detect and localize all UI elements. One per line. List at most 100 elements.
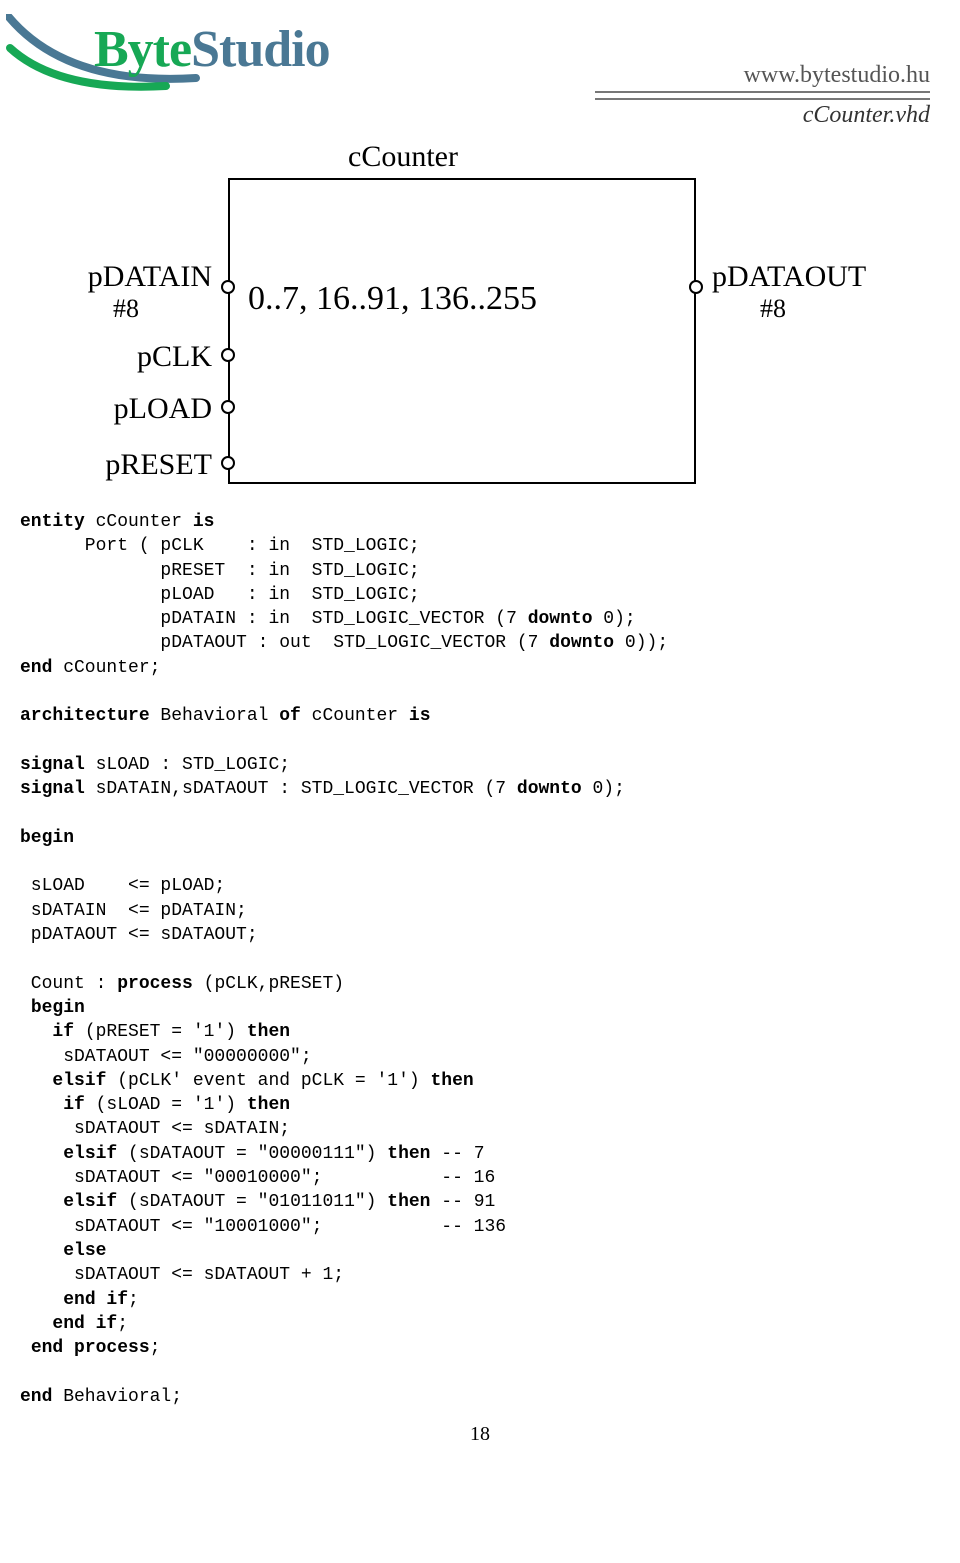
t: Behavioral: [150, 706, 280, 726]
t: (pRESET = '1'): [74, 1022, 247, 1042]
t: pDATAIN : in STD_LOGIC_VECTOR (7: [20, 609, 528, 629]
kw: else: [63, 1241, 106, 1261]
t: [20, 1095, 63, 1115]
t: 0);: [582, 779, 625, 799]
port-label-text: pDATAIN: [88, 260, 212, 293]
code-line: sDATAOUT <= "00000000";: [20, 1047, 312, 1067]
t: (sLOAD = '1'): [85, 1095, 247, 1115]
port-pdataout-circle: [689, 280, 703, 294]
t: (pCLK,pRESET): [193, 974, 344, 994]
kw: downto: [517, 779, 582, 799]
code-line: Port ( pCLK : in STD_LOGIC;: [20, 536, 420, 556]
t: [20, 1071, 52, 1091]
t: sDATAIN,sDATAOUT : STD_LOGIC_VECTOR (7: [85, 779, 517, 799]
page-header: ByteStudio www.bytestudio.hu cCounter.vh…: [0, 0, 960, 130]
page-number: 18: [0, 1409, 960, 1456]
logo-studio-text: Studio: [191, 21, 330, 78]
t: [20, 1338, 31, 1358]
kw: end: [20, 658, 52, 678]
kw: elsif: [63, 1144, 117, 1164]
header-url: www.bytestudio.hu: [595, 62, 930, 93]
kw: then: [247, 1095, 290, 1115]
kw: if: [52, 1022, 74, 1042]
t: [20, 1022, 52, 1042]
kw: of: [279, 706, 301, 726]
t: [20, 1241, 63, 1261]
port-pload-circle: [221, 400, 235, 414]
t: Count :: [20, 974, 117, 994]
kw: if: [63, 1095, 85, 1115]
kw: entity: [20, 512, 85, 532]
code-line: sDATAOUT <= "00010000"; -- 16: [20, 1168, 495, 1188]
kw: then: [430, 1071, 473, 1091]
t: -- 91: [431, 1192, 496, 1212]
t: [20, 1314, 52, 1334]
port-preset-circle: [221, 456, 235, 470]
kw: downto: [549, 633, 614, 653]
port-pdataout-label: pDATAOUT #8: [712, 260, 932, 324]
code-line: sDATAIN <= pDATAIN;: [20, 901, 247, 921]
port-pclk-label: pCLK: [40, 340, 212, 374]
kw: begin: [20, 828, 74, 848]
header-filename: cCounter.vhd: [803, 102, 930, 129]
code-line: sLOAD <= pLOAD;: [20, 876, 225, 896]
kw: signal: [20, 755, 85, 775]
logo-text: ByteStudio: [94, 20, 330, 79]
kw: downto: [528, 609, 593, 629]
t: cCounter: [301, 706, 409, 726]
kw: end if: [63, 1290, 128, 1310]
kw: then: [247, 1022, 290, 1042]
t: (pCLK' event and pCLK = '1'): [106, 1071, 430, 1091]
t: ;: [128, 1290, 139, 1310]
port-sub-text: #8: [712, 294, 932, 324]
kw: is: [409, 706, 431, 726]
code-line: pLOAD : in STD_LOGIC;: [20, 585, 420, 605]
t: sLOAD : STD_LOGIC;: [85, 755, 290, 775]
t: cCounter: [85, 512, 193, 532]
t: (sDATAOUT = "00000111"): [117, 1144, 387, 1164]
t: [20, 1290, 63, 1310]
code-line: sDATAOUT <= "10001000"; -- 136: [20, 1217, 506, 1237]
code-line: pRESET : in STD_LOGIC;: [20, 561, 420, 581]
t: (sDATAOUT = "01011011"): [117, 1192, 387, 1212]
kw: end: [20, 1387, 52, 1407]
t: [20, 998, 31, 1018]
kw: then: [387, 1192, 430, 1212]
t: -- 7: [431, 1144, 485, 1164]
diagram-title: cCounter: [348, 140, 458, 174]
port-pdatain-label: pDATAIN #8: [40, 260, 212, 324]
kw: elsif: [63, 1192, 117, 1212]
port-pdatain-circle: [221, 280, 235, 294]
t: [20, 1192, 63, 1212]
diagram-range-text: 0..7, 16..91, 136..255: [248, 280, 537, 318]
diagram-box: 0..7, 16..91, 136..255: [228, 178, 696, 484]
t: pDATAOUT : out STD_LOGIC_VECTOR (7: [20, 633, 549, 653]
header-rule: [595, 98, 930, 100]
kw: signal: [20, 779, 85, 799]
t: 0);: [593, 609, 636, 629]
vhdl-code-block: entity cCounter is Port ( pCLK : in STD_…: [0, 490, 960, 1409]
code-line: pDATAOUT <= sDATAOUT;: [20, 925, 258, 945]
kw: begin: [31, 998, 85, 1018]
t: cCounter;: [52, 658, 160, 678]
kw: end process: [31, 1338, 150, 1358]
t: [20, 1144, 63, 1164]
t: ;: [150, 1338, 161, 1358]
block-diagram: cCounter 0..7, 16..91, 136..255 pDATAIN …: [0, 130, 960, 490]
code-line: sDATAOUT <= sDATAOUT + 1;: [20, 1265, 344, 1285]
kw: end if: [52, 1314, 117, 1334]
logo-byte-text: Byte: [94, 21, 191, 78]
kw: architecture: [20, 706, 150, 726]
port-pload-label: pLOAD: [40, 392, 212, 426]
t: 0));: [614, 633, 668, 653]
t: ;: [117, 1314, 128, 1334]
port-sub-text: #8: [40, 294, 212, 324]
kw: then: [387, 1144, 430, 1164]
port-pclk-circle: [221, 348, 235, 362]
kw: is: [193, 512, 215, 532]
port-label-text: pDATAOUT: [712, 260, 866, 293]
code-line: sDATAOUT <= sDATAIN;: [20, 1119, 290, 1139]
t: Behavioral;: [52, 1387, 182, 1407]
kw: elsif: [52, 1071, 106, 1091]
kw: process: [117, 974, 193, 994]
